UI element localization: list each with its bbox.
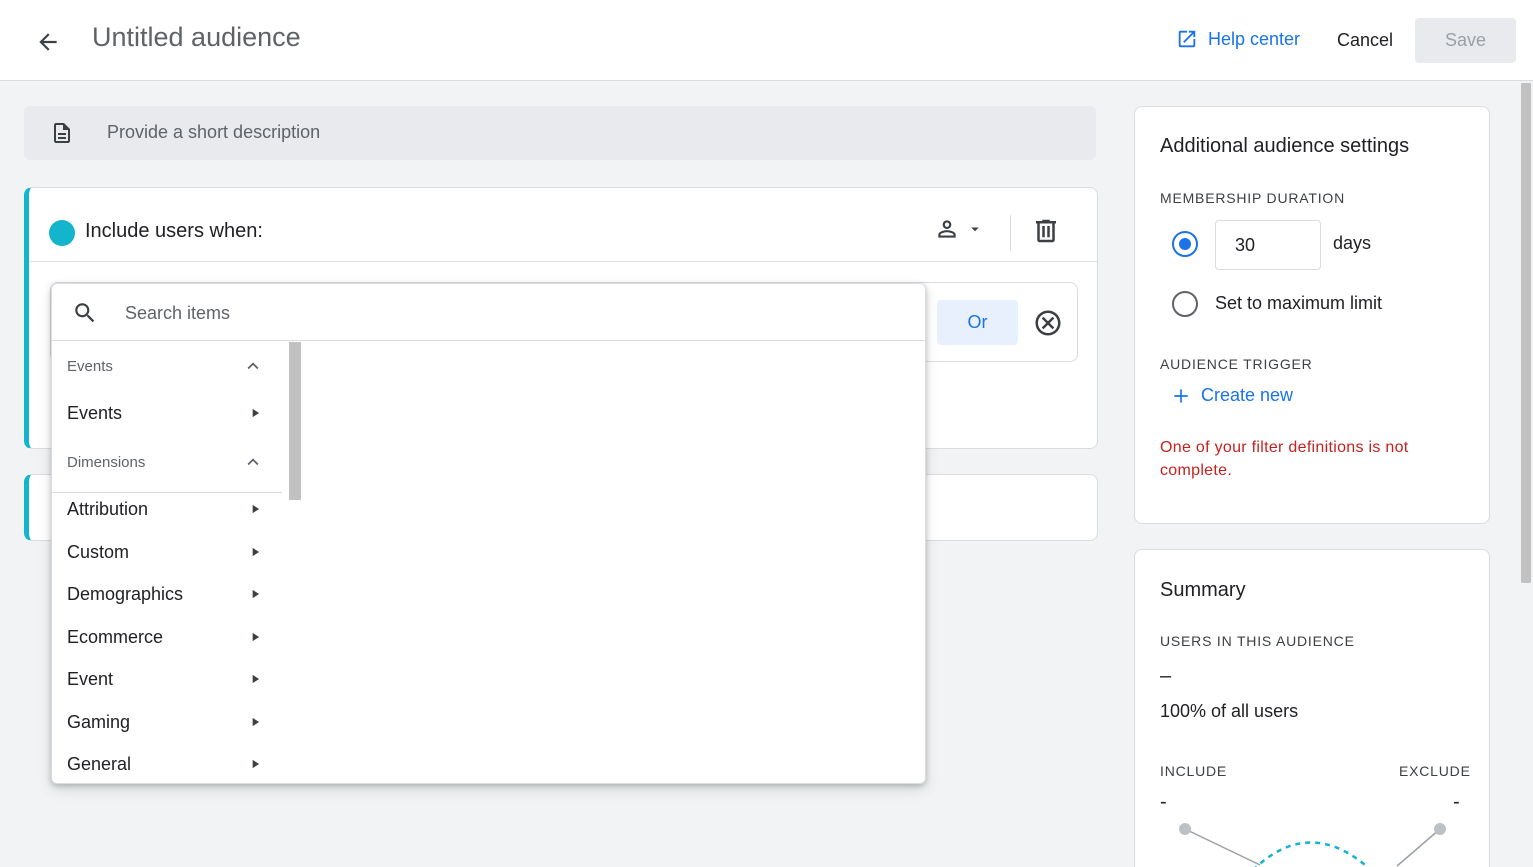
users-in-audience-value: – <box>1160 665 1172 687</box>
section-header-events[interactable]: Events <box>52 341 284 389</box>
caret-right-icon <box>252 589 260 599</box>
list-item-custom[interactable]: Custom <box>52 531 284 573</box>
membership-duration-label: MEMBERSHIP DURATION <box>1160 190 1346 206</box>
cancel-button[interactable]: Cancel <box>1320 18 1410 63</box>
or-button[interactable]: Or <box>937 300 1018 345</box>
caret-down-icon <box>971 227 979 232</box>
search-input[interactable] <box>125 299 725 327</box>
description-field[interactable]: Provide a short description <box>24 106 1096 160</box>
settings-title: Additional audience settings <box>1160 135 1410 157</box>
list-item-label: Ecommerce <box>67 627 164 647</box>
list-item-gaming[interactable]: Gaming <box>52 701 284 743</box>
list-item-label: General <box>67 754 132 774</box>
caret-right-icon <box>252 674 260 684</box>
days-unit-label: days <box>1333 233 1372 253</box>
plus-icon <box>1174 388 1188 403</box>
document-icon <box>54 123 70 143</box>
dimension-picker-dropdown: Events Events Dimensions Attribution Cus… <box>51 283 926 784</box>
page-title: Untitled audience <box>92 22 301 52</box>
help-center-link[interactable]: Help center <box>1176 28 1300 50</box>
chevron-up-icon <box>247 458 259 466</box>
list-item-demographics[interactable]: Demographics <box>52 573 284 615</box>
arrow-back-icon <box>39 33 57 51</box>
filter-error-message: One of your filter definitions is not co… <box>1160 439 1409 479</box>
list-scrollbar-thumb[interactable] <box>289 342 301 500</box>
delete-condition-group-button[interactable] <box>1031 216 1061 251</box>
include-users-title: Include users when: <box>85 220 263 242</box>
exclude-label: EXCLUDE <box>1399 763 1471 779</box>
header-divider <box>1010 215 1011 251</box>
section-header-label: Events <box>67 358 113 375</box>
list-item-label: Events <box>67 403 123 423</box>
list-item-event[interactable]: Event <box>52 658 284 700</box>
card-divider <box>29 261 1098 262</box>
create-trigger-label: Create new <box>1201 385 1294 405</box>
duration-days-radio[interactable] <box>1172 231 1198 257</box>
list-item-label: Demographics <box>67 584 184 604</box>
list-item-label: Custom <box>67 542 130 562</box>
chevron-up-icon <box>247 362 259 370</box>
audience-trigger-label: AUDIENCE TRIGGER <box>1160 356 1313 372</box>
summary-card: Summary USERS IN THIS AUDIENCE – 100% of… <box>1134 549 1490 867</box>
users-percentage: 100% of all users <box>1160 701 1299 721</box>
maximum-limit-label[interactable]: Set to maximum limit <box>1215 293 1382 314</box>
list-item-general[interactable]: General <box>52 743 284 783</box>
caret-right-icon <box>252 717 260 727</box>
search-icon <box>75 303 95 323</box>
help-center-label: Help center <box>1208 28 1301 49</box>
include-label: INCLUDE <box>1160 763 1228 779</box>
remove-condition-button[interactable] <box>1033 308 1063 343</box>
caret-right-icon <box>252 408 260 418</box>
person-icon <box>938 220 956 238</box>
caret-right-icon <box>252 547 260 557</box>
maximum-limit-radio[interactable] <box>1172 291 1198 317</box>
category-list: Events Events Dimensions Attribution Cus… <box>52 341 284 783</box>
section-header-dimensions[interactable]: Dimensions <box>52 437 284 485</box>
search-row <box>52 284 925 341</box>
additional-settings-card: Additional audience settings MEMBERSHIP … <box>1134 106 1490 524</box>
scope-dropdown[interactable] <box>934 216 984 242</box>
create-trigger-link[interactable]: Create new <box>1171 385 1293 406</box>
description-placeholder: Provide a short description <box>107 122 321 142</box>
list-item-label: Event <box>67 669 114 689</box>
section-header-label: Dimensions <box>67 454 146 471</box>
save-button[interactable]: Save <box>1415 18 1516 63</box>
list-item-label: Attribution <box>67 499 149 519</box>
caret-right-icon <box>252 632 260 642</box>
list-item-label: Gaming <box>67 712 131 732</box>
page-scrollbar-thumb[interactable] <box>1521 83 1531 583</box>
caret-right-icon <box>252 759 260 769</box>
duration-days-input[interactable] <box>1215 220 1321 270</box>
caret-right-icon <box>252 504 260 514</box>
trash-icon <box>1036 219 1056 243</box>
list-item-events[interactable]: Events <box>52 392 284 434</box>
list-item-attribution[interactable]: Attribution <box>52 488 284 530</box>
include-indicator-dot <box>49 220 75 246</box>
users-in-audience-label: USERS IN THIS AUDIENCE <box>1160 633 1355 649</box>
top-bar: Untitled audience Help center Cancel Sav… <box>0 0 1533 81</box>
back-button[interactable] <box>30 24 66 60</box>
audience-flow-graphic <box>1179 823 1446 867</box>
open-in-new-icon <box>1178 30 1196 48</box>
list-item-ecommerce[interactable]: Ecommerce <box>52 616 284 658</box>
cancel-circle-icon <box>1035 310 1061 336</box>
summary-title: Summary <box>1160 579 1246 601</box>
